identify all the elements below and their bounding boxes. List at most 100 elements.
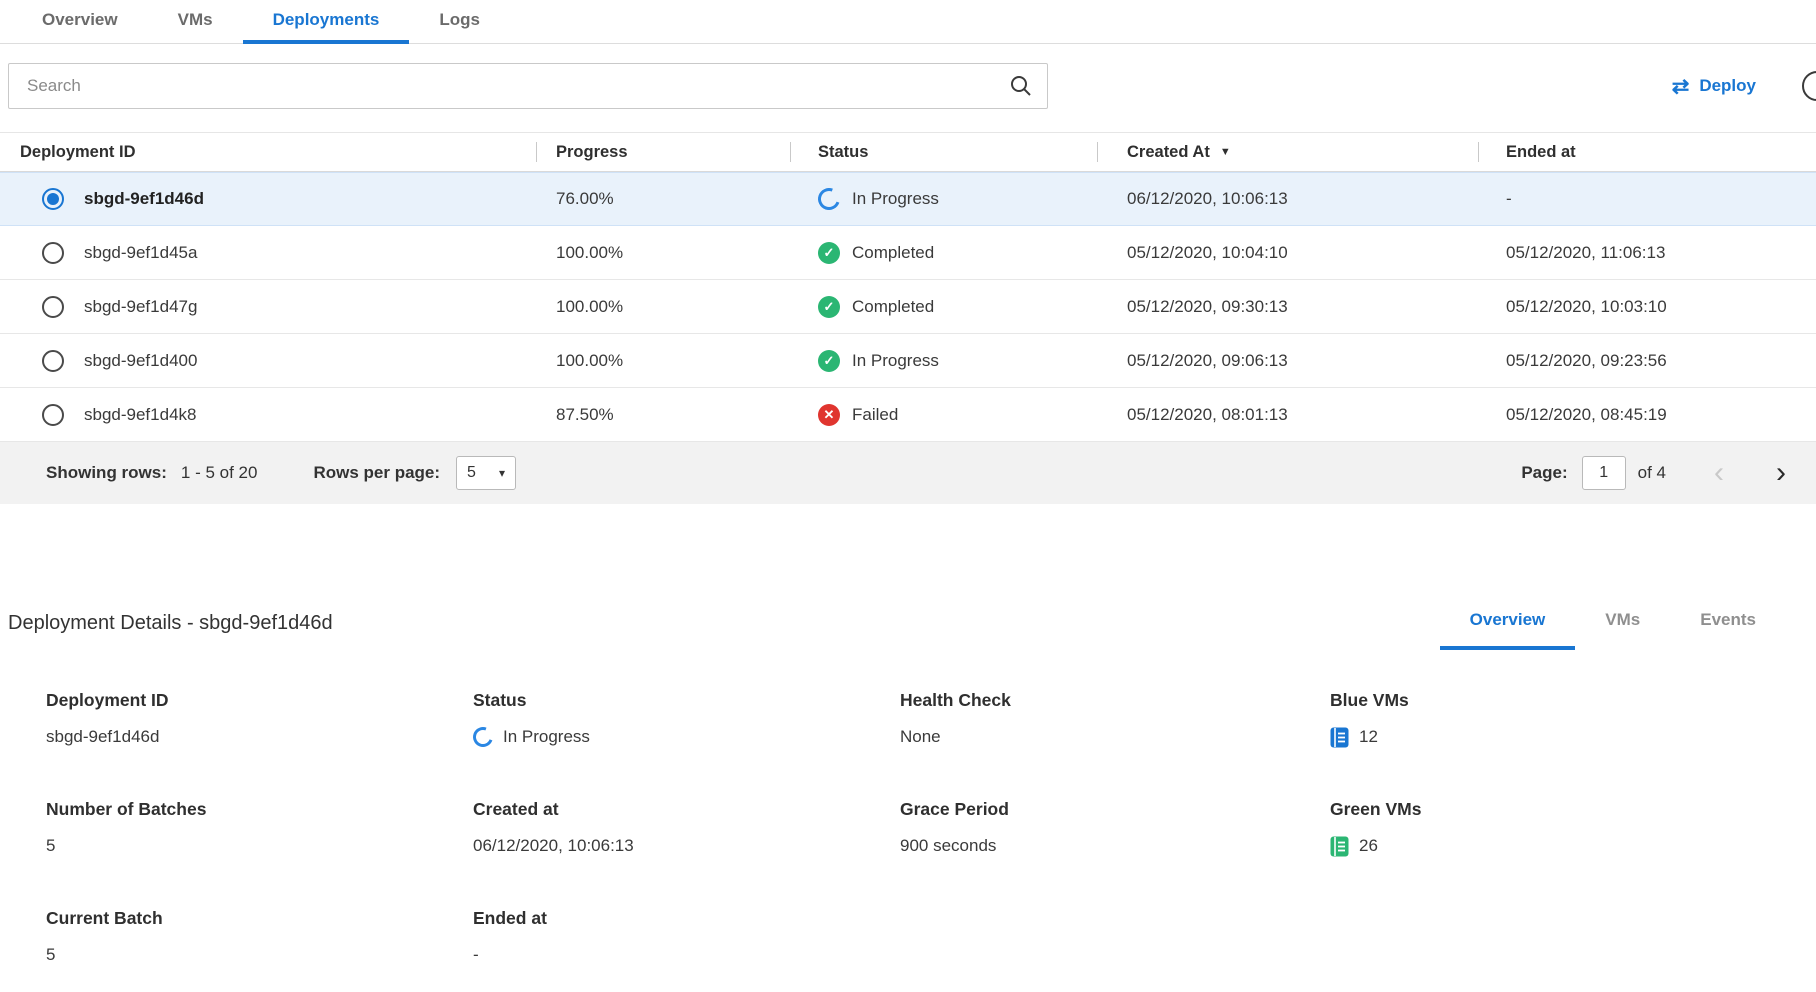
toolbar: ⇄ Deploy (8, 62, 1808, 110)
table-pagination: Showing rows: 1 - 5 of 20 Rows per page:… (0, 442, 1816, 504)
details-header: Deployment Details - sbgd-9ef1d46d Overv… (0, 600, 1816, 650)
field-value: 12 (1359, 727, 1378, 747)
deploy-label: Deploy (1699, 76, 1756, 96)
deployment-id-cell: sbgd-9ef1d45a (84, 226, 536, 279)
page-total: of 4 (1638, 463, 1666, 483)
caret-down-icon: ▼ (1220, 146, 1231, 158)
table-row[interactable]: sbgd-9ef1d45a 100.00% ✓ Completed 05/12/… (0, 226, 1816, 280)
status-cell: In Progress (790, 173, 1097, 225)
created-at-cell: 05/12/2020, 09:06:13 (1097, 334, 1478, 387)
search-input[interactable] (9, 64, 1047, 108)
ended-at-cell: 05/12/2020, 11:06:13 (1478, 226, 1816, 279)
field-grace-period: Grace Period 900 seconds (900, 799, 1330, 858)
status-label: In Progress (852, 189, 939, 209)
field-created-at: Created at 06/12/2020, 10:06:13 (473, 799, 900, 858)
col-label: Deployment ID (20, 143, 136, 162)
rows-per-page-select[interactable]: 5 ▾ (456, 456, 516, 490)
field-label: Blue VMs (1330, 690, 1816, 711)
col-label: Status (818, 143, 868, 162)
search-box[interactable] (8, 63, 1048, 109)
field-blue-vms: Blue VMs 12 (1330, 690, 1816, 749)
status-cell: ✓ In Progress (790, 334, 1097, 387)
rows-per-page-label: Rows per page: (313, 463, 440, 483)
details-title: Deployment Details - sbgd-9ef1d46d (8, 600, 333, 635)
row-radio[interactable] (42, 242, 64, 264)
refresh-icon[interactable] (1802, 71, 1816, 101)
check-circle-icon: ✓ (818, 242, 840, 264)
field-value: 900 seconds (900, 836, 996, 856)
col-status[interactable]: Status (790, 133, 1097, 171)
field-value: None (900, 727, 941, 747)
deployment-id-cell: sbgd-9ef1d47g (84, 280, 536, 333)
table-row[interactable]: sbgd-9ef1d47g 100.00% ✓ Completed 05/12/… (0, 280, 1816, 334)
field-value: 5 (46, 836, 55, 856)
spinner-icon (470, 724, 497, 751)
created-at-cell: 05/12/2020, 08:01:13 (1097, 388, 1478, 441)
ended-at-cell: 05/12/2020, 10:03:10 (1478, 280, 1816, 333)
field-ended-at: Ended at - (473, 908, 900, 967)
status-label: In Progress (852, 351, 939, 371)
created-at-cell: 05/12/2020, 10:04:10 (1097, 226, 1478, 279)
check-circle-icon: ✓ (818, 296, 840, 318)
green-vm-icon (1330, 836, 1349, 857)
field-status: Status In Progress (473, 690, 900, 749)
tab-vms[interactable]: VMs (148, 0, 243, 44)
showing-rows-value: 1 - 5 of 20 (181, 463, 258, 483)
chevron-right-icon[interactable]: › (1772, 458, 1790, 488)
field-deployment-id: Deployment ID sbgd-9ef1d46d (46, 690, 473, 749)
table-row[interactable]: sbgd-9ef1d400 100.00% ✓ In Progress 05/1… (0, 334, 1816, 388)
rows-per-page-value: 5 (467, 464, 476, 482)
field-current-batch: Current Batch 5 (46, 908, 473, 967)
deployments-page: Overview VMs Deployments Logs ⇄ Deploy D… (0, 0, 1816, 967)
status-cell: ✓ Completed (790, 226, 1097, 279)
field-value: 5 (46, 945, 55, 965)
swap-arrows-icon: ⇄ (1672, 76, 1690, 97)
col-progress[interactable]: Progress (536, 133, 790, 171)
status-cell: ✓ Completed (790, 280, 1097, 333)
deploy-button[interactable]: ⇄ Deploy (1672, 76, 1756, 97)
chevron-left-icon[interactable]: ‹ (1710, 458, 1728, 488)
col-deployment-id[interactable]: Deployment ID (0, 133, 536, 171)
col-label: Created At (1127, 143, 1210, 162)
progress-cell: 100.00% (536, 226, 790, 279)
row-radio[interactable] (42, 404, 64, 426)
table-row[interactable]: sbgd-9ef1d46d 76.00% In Progress 06/12/2… (0, 172, 1816, 226)
field-health-check: Health Check None (900, 690, 1330, 749)
row-radio[interactable] (42, 296, 64, 318)
field-value: - (473, 945, 479, 965)
deployment-id-cell: sbgd-9ef1d4k8 (84, 388, 536, 441)
details-tab-overview[interactable]: Overview (1440, 600, 1576, 650)
col-ended-at[interactable]: Ended at (1478, 133, 1816, 171)
details-tab-events[interactable]: Events (1670, 600, 1786, 650)
field-number-of-batches: Number of Batches 5 (46, 799, 473, 858)
details-tab-vms[interactable]: VMs (1575, 600, 1670, 650)
ended-at-cell: 05/12/2020, 09:23:56 (1478, 334, 1816, 387)
field-label: Ended at (473, 908, 900, 929)
col-created-at[interactable]: Created At ▼ (1097, 133, 1478, 171)
details-tab-bar: Overview VMs Events (1440, 600, 1786, 650)
col-label: Ended at (1506, 143, 1576, 162)
field-label: Green VMs (1330, 799, 1816, 820)
search-icon[interactable] (1009, 74, 1033, 98)
tab-logs[interactable]: Logs (409, 0, 510, 44)
deployments-table: Deployment ID Progress Status Created At… (0, 132, 1816, 504)
created-at-cell: 06/12/2020, 10:06:13 (1097, 173, 1478, 225)
field-label: Current Batch (46, 908, 473, 929)
showing-rows-label: Showing rows: (46, 463, 167, 483)
deployment-id-cell: sbgd-9ef1d400 (84, 334, 536, 387)
caret-down-icon: ▾ (499, 466, 505, 480)
table-row[interactable]: sbgd-9ef1d4k8 87.50% ✕ Failed 05/12/2020… (0, 388, 1816, 442)
field-label: Number of Batches (46, 799, 473, 820)
deployment-id-cell: sbgd-9ef1d46d (84, 173, 536, 225)
field-label: Deployment ID (46, 690, 473, 711)
status-label: Completed (852, 297, 934, 317)
tab-deployments[interactable]: Deployments (243, 0, 410, 44)
progress-cell: 100.00% (536, 280, 790, 333)
tab-overview[interactable]: Overview (12, 0, 148, 44)
field-value: sbgd-9ef1d46d (46, 727, 159, 747)
page-label: Page: (1521, 463, 1567, 483)
status-label: Completed (852, 243, 934, 263)
row-radio[interactable] (42, 350, 64, 372)
row-radio[interactable] (42, 188, 64, 210)
page-input[interactable] (1582, 456, 1626, 490)
